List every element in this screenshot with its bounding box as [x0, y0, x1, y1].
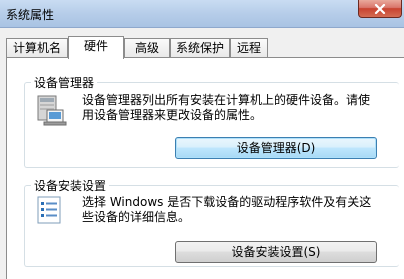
device-manager-description-line-1: 设备管理器列出所有安装在计算机上的硬件设备。请使: [82, 93, 371, 107]
tab-panel-hardware: 设备管理器 设备管理器列出所有安装在计算机上的硬件设备。请使 用设备管理器来更改…: [6, 57, 404, 279]
device-install-group-title: 设备安装设置: [31, 177, 110, 194]
device-install-description-line-2: 些设备的详细信息。: [82, 210, 191, 224]
tab-computer-name[interactable]: 计算机名: [6, 38, 68, 58]
title-bar: 系统属性: [0, 0, 404, 28]
device-manager-description: 设备管理器列出所有安装在计算机上的硬件设备。请使 用设备管理器来更改设备的属性。: [82, 93, 392, 123]
close-icon: [374, 3, 386, 14]
tab-hardware[interactable]: 硬件: [68, 36, 124, 59]
device-install-description: 选择 Windows 是否下载设备的驱动程序软件及有关这 些设备的详细信息。: [82, 195, 392, 225]
tab-strip: 计算机名 硬件 高级 系统保护 远程: [6, 36, 402, 59]
close-button[interactable]: [358, 0, 402, 18]
device-manager-group-title: 设备管理器: [31, 74, 98, 91]
device-manager-icon: [32, 94, 68, 126]
device-install-description-line-1: 选择 Windows 是否下载设备的驱动程序软件及有关这: [82, 195, 372, 209]
tab-system-protection[interactable]: 系统保护: [170, 38, 230, 58]
window-title: 系统属性: [6, 8, 55, 22]
device-install-settings-button[interactable]: 设备安装设置(S): [175, 241, 377, 263]
device-manager-button[interactable]: 设备管理器(D): [175, 137, 377, 159]
tab-advanced[interactable]: 高级: [124, 38, 170, 58]
checklist-icon: [35, 195, 65, 225]
tab-remote[interactable]: 远程: [230, 38, 268, 58]
device-manager-description-line-2: 用设备管理器来更改设备的属性。: [82, 108, 263, 122]
